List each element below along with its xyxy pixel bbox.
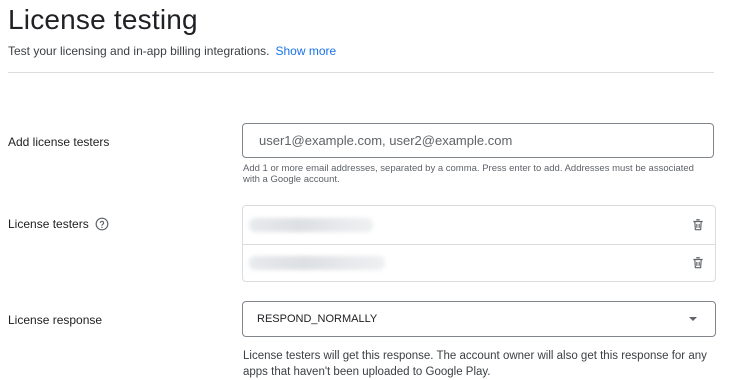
- help-circle-icon[interactable]: [95, 217, 109, 231]
- license-testers-label-group: License testers: [8, 217, 109, 231]
- add-testers-input[interactable]: [257, 132, 713, 149]
- license-testers-label: License testers: [8, 217, 89, 231]
- add-testers-field[interactable]: [242, 123, 714, 158]
- trash-icon[interactable]: [691, 218, 705, 232]
- header-divider: [8, 72, 714, 73]
- license-response-label: License response: [8, 313, 103, 327]
- page-subtitle: Test your licensing and in-app billing i…: [8, 44, 336, 58]
- license-response-hint: License testers will get this response. …: [243, 350, 707, 378]
- redacted-email: [249, 218, 373, 232]
- redacted-email: [249, 256, 385, 270]
- add-testers-label: Add license testers: [8, 135, 110, 149]
- trash-icon[interactable]: [691, 256, 705, 270]
- license-response-select[interactable]: RESPOND_NORMALLY: [242, 301, 716, 337]
- show-more-link[interactable]: Show more: [276, 44, 337, 58]
- list-item: [243, 206, 715, 245]
- list-item: [243, 244, 715, 282]
- license-response-value: RESPOND_NORMALLY: [257, 313, 378, 325]
- chevron-down-icon: [689, 317, 697, 321]
- page-title: License testing: [8, 4, 198, 35]
- subtitle-text: Test your licensing and in-app billing i…: [8, 44, 270, 58]
- add-testers-hint: Add 1 or more email addresses, separated…: [243, 163, 694, 185]
- license-testers-list: [242, 205, 716, 282]
